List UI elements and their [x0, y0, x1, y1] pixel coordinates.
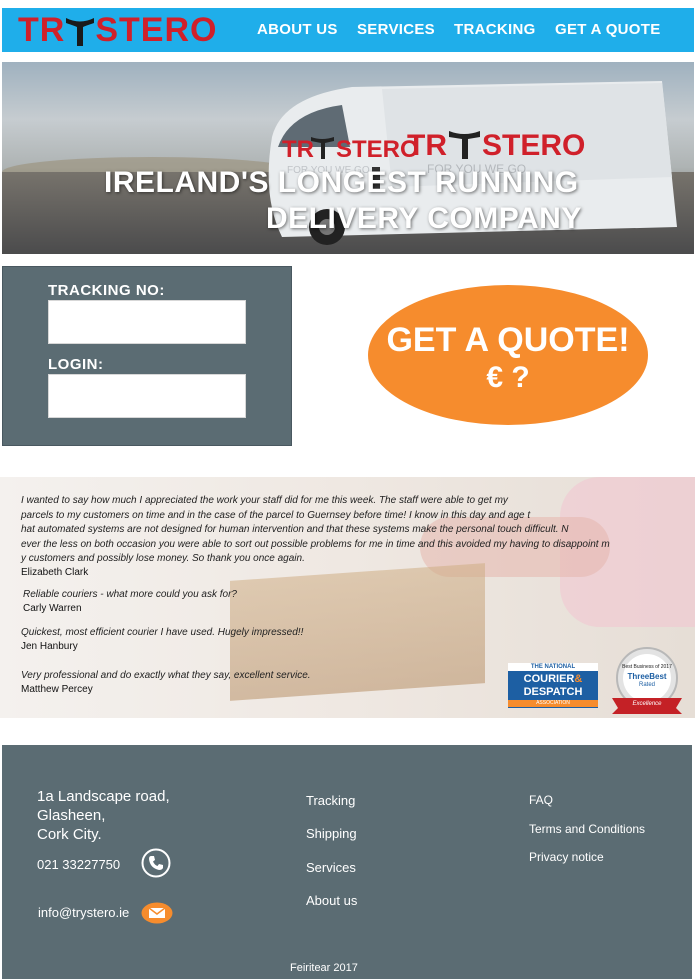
testimonial-2-author: Carly Warren	[23, 603, 82, 614]
tracking-login-panel: TRACKING NO: LOGIN:	[2, 266, 292, 446]
footer-link-about-us[interactable]: About us	[306, 893, 357, 908]
logo-text-right: STERO	[95, 11, 218, 49]
tracking-number-input[interactable]	[48, 300, 246, 344]
ncda-badge: THE NATIONAL COURIER& DESPATCH ASSOCIATI…	[508, 663, 598, 708]
address-line-1: 1a Landscape road,	[37, 788, 170, 805]
ncda-despatch: DESPATCH	[523, 686, 583, 698]
nav-tracking[interactable]: TRACKING	[454, 8, 536, 52]
footer-link-faq[interactable]: FAQ	[529, 793, 553, 807]
ncda-bottom: ASSOCIATION	[508, 700, 598, 707]
threebest-top: Best Business of 2017	[622, 664, 672, 670]
testimonial-3-text: Quickest, most efficient courier I have …	[21, 627, 304, 638]
footer-link-shipping[interactable]: Shipping	[306, 826, 357, 841]
login-label: LOGIN:	[48, 356, 104, 373]
footer-link-privacy[interactable]: Privacy notice	[529, 850, 604, 864]
site-logo[interactable]: TR STERO	[18, 13, 217, 47]
footer-link-services[interactable]: Services	[306, 860, 356, 875]
footer-copyright: Feiritear 2017	[290, 962, 358, 974]
nav-services[interactable]: SERVICES	[357, 8, 435, 52]
address-line-3: Cork City.	[37, 826, 102, 843]
testimonial-1-line-2: parcels to my customers on time and in t…	[21, 510, 531, 521]
footer-link-tracking[interactable]: Tracking	[306, 793, 355, 808]
login-input[interactable]	[48, 374, 246, 418]
nav-about-us[interactable]: ABOUT US	[257, 8, 338, 52]
hero-title-line2: DELIVERY COMPANY	[266, 202, 582, 235]
ncda-amp: &	[574, 673, 583, 685]
hero-banner: TR STERO FOR YOU WE GO TR STERO FOR YOU …	[2, 62, 694, 254]
testimonial-1-line-1: I wanted to say how much I appreciated t…	[21, 495, 508, 506]
nav-get-a-quote[interactable]: GET A QUOTE	[555, 8, 661, 52]
testimonial-4-text: Very professional and do exactly what th…	[21, 670, 311, 681]
footer: 1a Landscape road, Glasheen, Cork City. …	[2, 745, 692, 979]
header-bar: TR STERO ABOUT US SERVICES TRACKING GET A…	[2, 8, 694, 52]
get-a-quote-button[interactable]: GET A QUOTE! € ?	[368, 285, 648, 425]
envelope-icon[interactable]	[141, 902, 173, 924]
van-side-logo: TR	[282, 136, 314, 163]
quote-price: € ?	[486, 361, 530, 394]
testimonial-1-line-5: y customers and possibly lose money. So …	[21, 553, 305, 564]
logo-t-icon	[65, 13, 95, 47]
quote-heading: GET A QUOTE!	[386, 321, 630, 359]
hero-title-line1: IRELAND'S LONGEST RUNNING	[104, 166, 579, 199]
address-line-2: Glasheen,	[37, 807, 106, 824]
ncda-top: THE NATIONAL	[508, 663, 598, 671]
testimonial-1-line-4: ever the less on both occasion you were …	[21, 539, 610, 550]
van-back-logo: TR	[407, 129, 447, 162]
threebest-ribbon: Excellence	[632, 701, 662, 707]
testimonial-1-author: Elizabeth Clark	[21, 567, 89, 578]
testimonial-4-author: Matthew Percey	[21, 684, 93, 695]
ncda-courier: COURIER	[523, 673, 575, 685]
threebest-rated-badge: Best Business of 2017 ThreeBest Rated Ex…	[606, 646, 688, 716]
threebest-sub: Rated	[638, 682, 655, 688]
testimonial-3-author: Jen Hanbury	[21, 641, 78, 652]
footer-email[interactable]: info@trystero.ie	[38, 905, 129, 920]
threebest-name: ThreeBest	[627, 672, 667, 681]
footer-phone[interactable]: 021 33227750	[37, 857, 120, 872]
footer-address: 1a Landscape road, Glasheen, Cork City.	[37, 787, 170, 844]
van-back-logo-right: STERO	[482, 129, 585, 162]
testimonial-1-line-3: hat automated systems are not designed f…	[21, 524, 569, 535]
tracking-label: TRACKING NO:	[48, 282, 165, 299]
testimonial-2-text: Reliable couriers - what more could you …	[23, 589, 237, 600]
logo-text-left: TR	[18, 11, 66, 49]
phone-icon[interactable]	[141, 848, 171, 878]
footer-link-terms[interactable]: Terms and Conditions	[529, 822, 645, 836]
